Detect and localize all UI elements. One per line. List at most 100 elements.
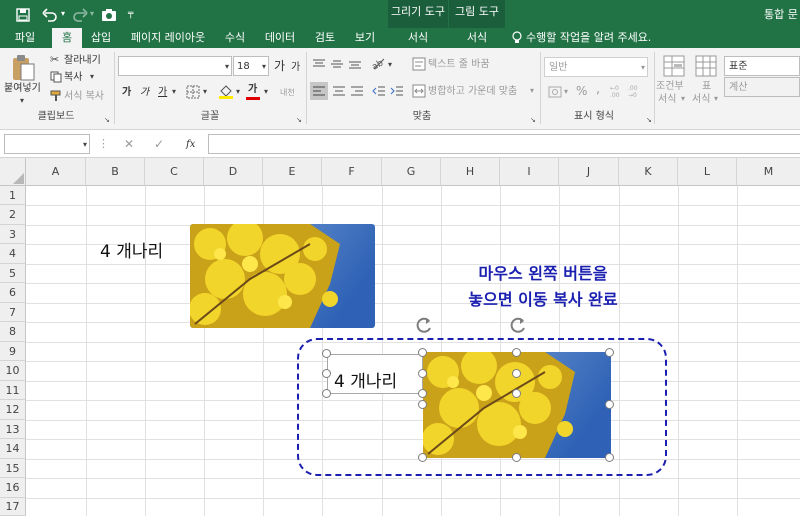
alignment-launcher-icon[interactable]: ↘: [530, 113, 536, 127]
format-painter-icon[interactable]: [50, 90, 62, 102]
column-header-k[interactable]: K: [619, 158, 678, 186]
row-header-12[interactable]: 12: [0, 400, 26, 420]
rotate-handle-icon[interactable]: [508, 315, 528, 335]
format-painter-button[interactable]: 서식 복사: [64, 90, 104, 103]
row-header-10[interactable]: 10: [0, 361, 26, 381]
conditional-formatting-button-line2[interactable]: 서식: [658, 93, 676, 106]
column-header-d[interactable]: D: [204, 158, 263, 186]
name-box[interactable]: ▾: [4, 134, 90, 154]
font-size-dropdown-icon[interactable]: ▾: [262, 60, 266, 74]
tab-insert[interactable]: 삽입: [84, 28, 118, 48]
font-launcher-icon[interactable]: ↘: [296, 113, 302, 127]
format-as-table-button-line2[interactable]: 서식: [692, 93, 710, 106]
cut-button[interactable]: 잘라내기: [64, 54, 101, 67]
number-launcher-icon[interactable]: ↘: [646, 113, 652, 127]
row-header-9[interactable]: 9: [0, 342, 26, 361]
phonetic-button[interactable]: 내천: [280, 86, 295, 99]
row-header-3[interactable]: 3: [0, 225, 26, 244]
resize-handle[interactable]: [605, 348, 614, 357]
resize-handle[interactable]: [512, 369, 521, 378]
resize-handle[interactable]: [512, 389, 521, 398]
clipboard-launcher-icon[interactable]: ↘: [104, 113, 110, 127]
comma-button[interactable]: ,: [596, 83, 600, 96]
orientation-dropdown-icon[interactable]: ▾: [388, 58, 392, 72]
conditional-dropdown-icon[interactable]: ▾: [681, 92, 685, 106]
italic-button[interactable]: 가: [140, 86, 149, 99]
format-as-table-icon[interactable]: [694, 54, 718, 78]
enter-entry-button[interactable]: ✓: [154, 138, 164, 151]
row-header-14[interactable]: 14: [0, 439, 26, 459]
align-middle-icon[interactable]: [330, 58, 344, 70]
resize-handle[interactable]: [605, 453, 614, 462]
row-header-6[interactable]: 6: [0, 283, 26, 303]
resize-handle[interactable]: [418, 453, 427, 462]
column-header-g[interactable]: G: [382, 158, 441, 186]
column-header-m[interactable]: M: [737, 158, 800, 186]
accounting-dropdown-icon[interactable]: ▾: [564, 85, 568, 99]
rotate-handle-icon[interactable]: [414, 315, 434, 335]
row-header-5[interactable]: 5: [0, 264, 26, 283]
tab-picture-format[interactable]: 서식: [449, 28, 505, 48]
resize-handle[interactable]: [418, 400, 427, 409]
font-color-dropdown-icon[interactable]: ▾: [264, 85, 268, 99]
paste-dropdown-icon[interactable]: ▾: [20, 94, 24, 108]
resize-handle[interactable]: [322, 389, 331, 398]
conditional-formatting-icon[interactable]: [662, 54, 686, 78]
merge-center-icon[interactable]: [412, 84, 426, 98]
merge-center-button[interactable]: 병합하고 가운데 맞춤: [428, 85, 517, 98]
customize-quick-access-icon[interactable]: ╤: [128, 5, 133, 23]
row-header-11[interactable]: 11: [0, 381, 26, 400]
table-dropdown-icon[interactable]: ▾: [714, 92, 718, 106]
tell-me-box[interactable]: 수행할 작업을 알려 주세요.: [526, 28, 660, 48]
align-center-icon[interactable]: [332, 84, 346, 98]
redo-dropdown-icon[interactable]: ▾: [90, 5, 94, 23]
undo-dropdown-icon[interactable]: ▾: [61, 5, 65, 23]
resize-handle[interactable]: [418, 389, 427, 398]
camera-icon[interactable]: [101, 6, 117, 24]
tab-view[interactable]: 보기: [348, 28, 382, 48]
align-right-icon[interactable]: [350, 84, 364, 98]
merge-dropdown-icon[interactable]: ▾: [530, 84, 534, 98]
copy-dropdown-icon[interactable]: ▾: [90, 70, 94, 84]
undo-icon[interactable]: [42, 6, 58, 24]
wrap-text-button[interactable]: 텍스트 줄 바꿈: [428, 58, 490, 71]
copied-photo[interactable]: [423, 352, 611, 458]
row-header-8[interactable]: 8: [0, 322, 26, 342]
cancel-entry-button[interactable]: ✕: [124, 138, 134, 151]
column-header-f[interactable]: F: [322, 158, 382, 186]
row-header-7[interactable]: 7: [0, 303, 26, 322]
insert-function-button[interactable]: fx: [186, 138, 195, 151]
resize-handle[interactable]: [605, 400, 614, 409]
number-format-select[interactable]: 일반 ▾: [544, 57, 648, 77]
tab-data[interactable]: 데이터: [258, 28, 302, 48]
border-icon[interactable]: [186, 85, 200, 99]
align-top-icon[interactable]: [312, 58, 326, 70]
column-header-c[interactable]: C: [145, 158, 204, 186]
align-bottom-icon[interactable]: [348, 58, 362, 70]
font-name-select[interactable]: ▾: [118, 56, 232, 76]
conditional-formatting-button[interactable]: 조건부: [656, 80, 684, 93]
original-photo[interactable]: [190, 224, 375, 328]
tab-drawing-format[interactable]: 서식: [388, 28, 448, 48]
font-name-dropdown-icon[interactable]: ▾: [225, 60, 229, 74]
resize-handle[interactable]: [418, 369, 427, 378]
save-icon[interactable]: [16, 6, 30, 24]
row-header-13[interactable]: 13: [0, 420, 26, 439]
copy-button[interactable]: 복사: [64, 71, 82, 84]
resize-handle[interactable]: [512, 453, 521, 462]
style-calculation[interactable]: 계산: [724, 77, 800, 97]
resize-handle[interactable]: [418, 348, 427, 357]
percent-button[interactable]: %: [576, 85, 587, 98]
column-header-i[interactable]: I: [500, 158, 559, 186]
tab-page-layout[interactable]: 페이지 레이아웃: [124, 28, 212, 48]
increase-indent-icon[interactable]: [390, 84, 404, 98]
row-header-15[interactable]: 15: [0, 459, 26, 478]
shrink-font-button[interactable]: 가: [291, 61, 300, 74]
row-header-17[interactable]: 17: [0, 498, 26, 516]
cut-icon[interactable]: ✂: [50, 53, 59, 67]
column-header-e[interactable]: E: [263, 158, 322, 186]
number-format-dropdown-icon[interactable]: ▾: [641, 61, 645, 75]
name-box-dropdown-icon[interactable]: ▾: [83, 138, 87, 152]
align-left-icon[interactable]: [310, 82, 328, 100]
font-size-select[interactable]: 18 ▾: [233, 56, 269, 76]
